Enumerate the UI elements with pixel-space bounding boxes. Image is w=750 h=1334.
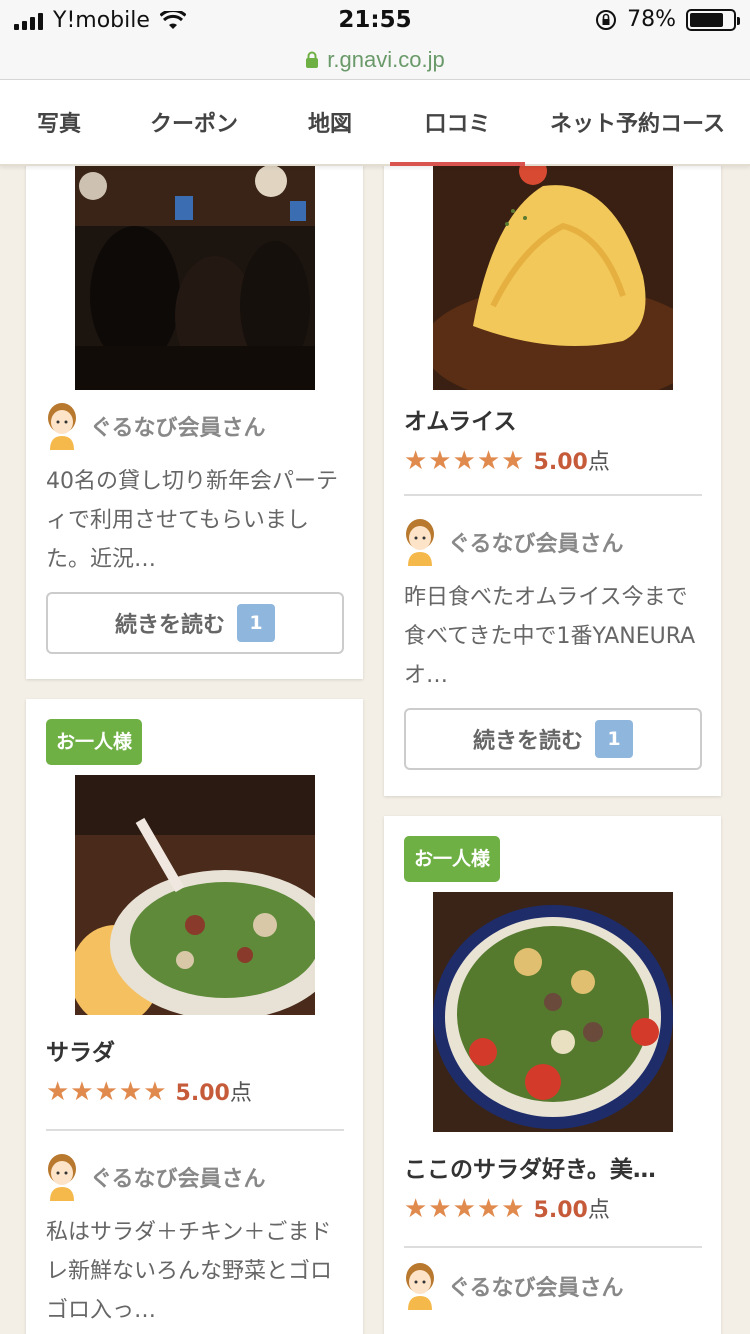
star-rating-icon: ★★★★★: [404, 1194, 526, 1224]
reviewer-name: ぐるなび会員さん: [448, 1276, 624, 1301]
reviewer-name: ぐるなび会員さん: [448, 532, 624, 557]
dish-name: オムライス: [404, 409, 517, 435]
reviewer-name: ぐるなび会員さん: [90, 416, 266, 441]
solo-badge: お一人様: [46, 719, 143, 765]
lock-icon: [306, 51, 319, 68]
solo-badge: お一人様: [404, 836, 501, 882]
rating-score: 5.00: [533, 1198, 588, 1223]
dish-name: ここのサラダ好き。美…: [404, 1157, 656, 1183]
avatar-icon: [406, 1263, 434, 1310]
tab-bar: 写真 クーポン 地図 口コミ ネット予約コース: [0, 80, 750, 166]
rating-score: 5.00: [533, 450, 588, 475]
tab-coupons[interactable]: クーポン: [118, 80, 270, 164]
rotation-lock-icon: [596, 9, 617, 30]
tab-photos[interactable]: 写真: [0, 80, 118, 164]
tab-reviews[interactable]: 口コミ: [390, 80, 525, 166]
rating: ★★★★★ 5.00 点: [46, 1075, 252, 1107]
review-photo[interactable]: [433, 166, 673, 390]
count-badge: 1: [237, 604, 275, 642]
divider: [404, 1246, 702, 1248]
star-rating-icon: ★★★★★: [404, 446, 526, 476]
avatar-icon: [48, 1154, 76, 1201]
url-text: r.gnavi.co.jp: [327, 46, 445, 72]
review-comment: 40名の貸し切り新年会パーティで利用させてもらいました。近況…: [46, 469, 338, 572]
avatar-icon: [48, 403, 76, 450]
review-photo[interactable]: [75, 166, 315, 390]
review-card[interactable]: ぐるなび会員さん 40名の貸し切り新年会パーティで利用させてもらいました。近況……: [26, 166, 363, 679]
rating: ★★★★★ 5.00 点: [404, 444, 610, 476]
star-rating-icon: ★★★★★: [46, 1077, 168, 1107]
review-photo[interactable]: [75, 775, 315, 1015]
tab-label: ネット予約コース: [550, 112, 725, 137]
tab-map[interactable]: 地図: [270, 80, 390, 164]
address-bar[interactable]: r.gnavi.co.jp: [0, 40, 750, 80]
status-right: 78%: [595, 7, 740, 32]
read-more-button[interactable]: 続きを読む 1: [46, 592, 344, 654]
count-badge: 1: [595, 720, 633, 758]
review-photo[interactable]: [433, 892, 673, 1132]
review-comment: 昨日食べたオムライス今まで食べてきた中で1番YANEURAオ…: [404, 585, 696, 688]
tab-label: クーポン: [149, 112, 238, 137]
tab-net-reservation-course[interactable]: ネット予約コース: [525, 80, 750, 164]
read-more-label: 続きを読む: [114, 613, 225, 638]
divider: [404, 494, 702, 496]
reviewer: ぐるなび会員さん: [404, 1262, 624, 1310]
rating-unit: 点: [587, 450, 610, 475]
tab-label: 地図: [307, 112, 352, 137]
reviewer-name: ぐるなび会員さん: [90, 1167, 266, 1192]
reviewer: ぐるなび会員さん: [46, 1153, 266, 1201]
review-comment: 私はサラダ＋チキン＋ごまドレ新鮮ないろんな野菜とゴロゴロ入っ…: [46, 1220, 333, 1323]
battery-icon: [686, 8, 740, 31]
read-more-label: 続きを読む: [472, 729, 583, 754]
dish-name: サラダ: [46, 1040, 115, 1066]
tab-label: 口コミ: [424, 112, 491, 137]
rating-score: 5.00: [175, 1081, 230, 1106]
rating: ★★★★★ 5.00 点: [404, 1192, 610, 1224]
read-more-button[interactable]: 続きを読む 1: [404, 708, 702, 770]
rating-unit: 点: [587, 1198, 610, 1223]
rating-unit: 点: [229, 1081, 252, 1106]
status-bar: Y!mobile 21:55 78%: [0, 0, 750, 40]
review-card[interactable]: お一人様 サラダ ★★★★★ 5.00 点 ぐるなび会員さん 私はサラダ＋チキン…: [26, 699, 363, 1334]
divider: [46, 1129, 344, 1131]
review-grid: ぐるなび会員さん 40名の貸し切り新年会パーティで利用させてもらいました。近況……: [0, 166, 750, 1334]
battery-fill: [690, 12, 723, 27]
battery-percent: 78%: [627, 7, 676, 32]
review-card[interactable]: オムライス ★★★★★ 5.00 点 ぐるなび会員さん 昨日食べたオムライス今ま…: [384, 166, 721, 796]
reviewer: ぐるなび会員さん: [404, 518, 624, 566]
tab-label: 写真: [36, 112, 81, 137]
avatar-icon: [406, 519, 434, 566]
reviewer: ぐるなび会員さん: [46, 402, 266, 450]
review-card[interactable]: お一人様 ここのサラダ好き。美… ★★★★★ 5.00 点 ぐるなび会員さん: [384, 816, 721, 1334]
